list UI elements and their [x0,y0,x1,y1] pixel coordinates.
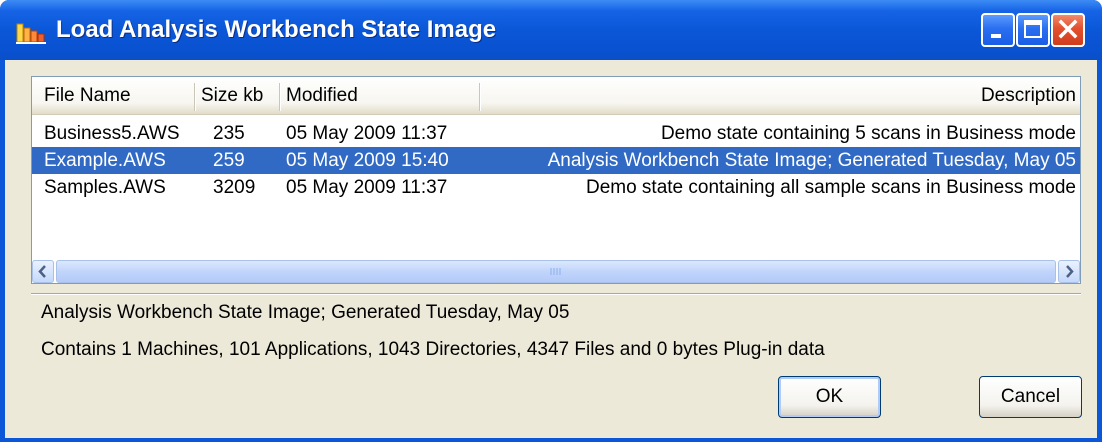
selected-file-summary: Contains 1 Machines, 101 Applications, 1… [41,339,825,360]
chevron-right-icon [1066,265,1074,278]
minimize-icon [991,34,1001,38]
size-cell: 235 [213,123,245,144]
horizontal-scrollbar[interactable] [32,260,1080,283]
modified-cell: 05 May 2009 11:37 [286,177,448,198]
scroll-thumb[interactable] [56,260,1056,283]
maximize-icon [1024,20,1042,38]
ok-button[interactable]: OK [778,376,881,418]
column-header-modified[interactable]: Modified [286,77,358,115]
chevron-left-icon [38,265,46,278]
description-cell: Demo state containing 5 scans in Busines… [660,123,1076,144]
selected-file-description: Analysis Workbench State Image; Generate… [41,302,570,323]
list-row[interactable]: Samples.AWS 3209 05 May 2009 11:37 Demo … [32,174,1080,201]
description-cell: Demo state containing all sample scans i… [585,177,1076,198]
file-name-cell: Samples.AWS [44,177,166,198]
size-cell: 259 [213,150,245,171]
description-cell: Analysis Workbench State Image; Generate… [547,150,1076,171]
file-list[interactable]: File Name Size kb Modified Description B… [31,76,1081,284]
close-icon [1058,19,1078,39]
title-bar[interactable]: Load Analysis Workbench State Image [0,0,1102,60]
list-row[interactable]: Business5.AWS 235 05 May 2009 11:37 Demo… [32,120,1080,147]
scroll-left-button[interactable] [32,260,54,283]
column-divider[interactable] [194,83,196,111]
minimize-button[interactable] [981,13,1015,47]
scroll-right-button[interactable] [1058,260,1080,283]
modified-cell: 05 May 2009 11:37 [286,123,448,144]
size-cell: 3209 [213,177,256,198]
dialog-client-area: File Name Size kb Modified Description B… [5,60,1097,438]
column-header-description[interactable]: Description [981,77,1076,115]
cancel-button[interactable]: Cancel [979,376,1082,418]
close-button[interactable] [1051,13,1085,47]
file-name-cell: Example.AWS [44,150,166,171]
column-header-file-name[interactable]: File Name [44,77,131,115]
list-header: File Name Size kb Modified Description [32,77,1080,115]
separator [31,293,1081,295]
column-header-size[interactable]: Size kb [201,77,263,115]
dialog-window: Load Analysis Workbench State Image File… [0,0,1102,442]
column-divider[interactable] [279,83,281,111]
grip-icon [550,268,561,275]
column-divider[interactable] [479,83,481,111]
file-name-cell: Business5.AWS [44,123,180,144]
list-row-selected[interactable]: Example.AWS 259 05 May 2009 15:40 Analys… [32,147,1080,174]
app-icon [16,23,46,44]
modified-cell: 05 May 2009 15:40 [286,150,449,171]
window-title: Load Analysis Workbench State Image [56,16,497,43]
maximize-button[interactable] [1016,13,1050,47]
